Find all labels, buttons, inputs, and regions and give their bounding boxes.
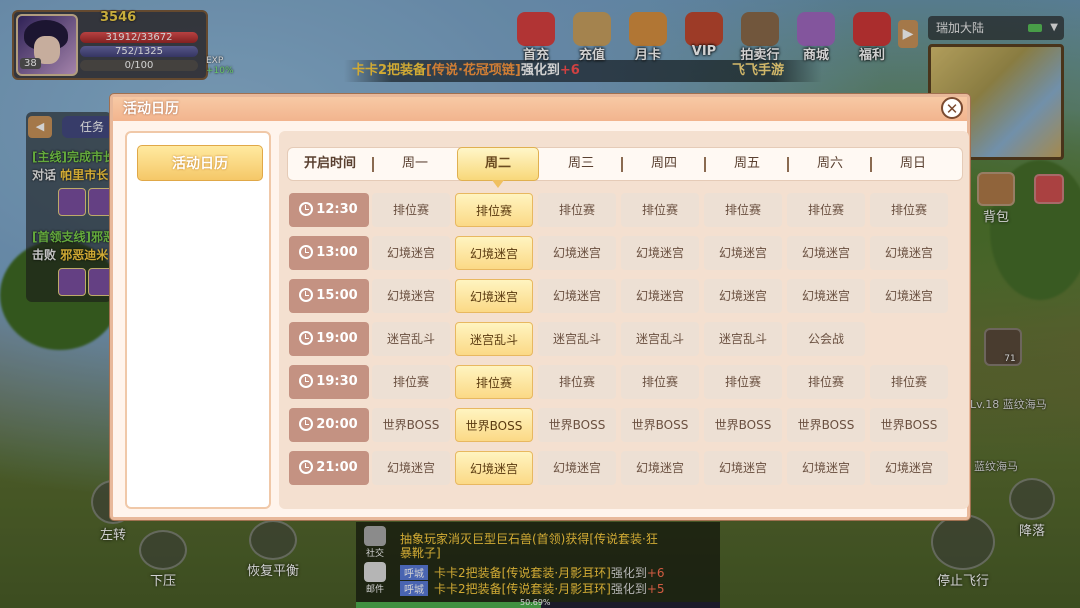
activity-cell[interactable]: 幻境迷宫 — [787, 236, 865, 270]
activity-cell[interactable]: 迷宫乱斗 — [372, 322, 450, 356]
tab-day[interactable]: 周二 — [457, 147, 539, 188]
activity-cell[interactable]: 排位赛 — [455, 193, 533, 227]
time-label: 13:00 — [316, 245, 358, 260]
activity-cell[interactable]: 公会战 — [787, 322, 865, 356]
tab-day[interactable]: 周五 — [706, 148, 788, 180]
time-label: 19:00 — [316, 331, 358, 346]
activity-cell[interactable]: 世界BOSS — [621, 408, 699, 442]
activity-cell[interactable]: 排位赛 — [372, 193, 450, 227]
time-slot: 15:00 — [289, 279, 369, 313]
activity-cell[interactable]: 排位赛 — [455, 365, 533, 399]
header-label: 周一 — [401, 156, 428, 171]
activity-cell[interactable]: 世界BOSS — [455, 408, 533, 442]
activity-calendar-dialog: 活动日历 ✕ 活动日历 开启时间 周一 周二 周三 周四 周五 周六 周日 12:30 排位赛排… — [110, 94, 970, 520]
activity-cell[interactable]: 幻境迷宫 — [621, 451, 699, 485]
activity-cell[interactable]: 排位赛 — [538, 365, 616, 399]
activity-cell[interactable]: 排位赛 — [621, 193, 699, 227]
time-slot: 21:00 — [289, 451, 369, 485]
time-label: 15:00 — [316, 288, 358, 303]
header-divider — [787, 157, 789, 172]
activity-cell[interactable]: 幻境迷宫 — [787, 451, 865, 485]
header-divider — [704, 157, 706, 172]
header-label: 周二 — [484, 156, 511, 171]
tab-day[interactable]: 周六 — [789, 148, 871, 180]
activity-cell[interactable]: 幻境迷宫 — [870, 279, 948, 313]
header-divider — [372, 157, 374, 172]
time-label: 21:00 — [316, 460, 358, 475]
activity-cell[interactable]: 排位赛 — [704, 193, 782, 227]
clock-icon — [299, 245, 313, 259]
activity-cell[interactable]: 幻境迷宫 — [538, 236, 616, 270]
category-list: 活动日历 — [125, 131, 271, 509]
tab-day[interactable]: 周三 — [540, 148, 622, 180]
selected-day-pointer — [492, 180, 504, 188]
activity-cell[interactable]: 幻境迷宫 — [787, 279, 865, 313]
clock-icon — [299, 331, 313, 345]
activity-cell[interactable]: 排位赛 — [787, 365, 865, 399]
header-label: 开启时间 — [303, 156, 356, 171]
time-slot: 19:00 — [289, 322, 369, 356]
time-slot: 19:30 — [289, 365, 369, 399]
activity-cell[interactable]: 幻境迷宫 — [704, 236, 782, 270]
activity-cell[interactable]: 迷宫乱斗 — [538, 322, 616, 356]
activity-cell[interactable]: 迷宫乱斗 — [704, 322, 782, 356]
category-activity-calendar[interactable]: 活动日历 — [137, 145, 263, 181]
activity-cell[interactable]: 幻境迷宫 — [538, 279, 616, 313]
activity-cell[interactable]: 迷宫乱斗 — [621, 322, 699, 356]
time-slot: 20:00 — [289, 408, 369, 442]
activity-cell[interactable]: 幻境迷宫 — [870, 236, 948, 270]
activity-cell[interactable]: 排位赛 — [704, 365, 782, 399]
clock-icon — [299, 288, 313, 302]
activity-cell[interactable]: 排位赛 — [870, 193, 948, 227]
clock-icon — [299, 202, 313, 216]
activity-cell[interactable]: 幻境迷宫 — [704, 279, 782, 313]
activity-cell[interactable]: 幻境迷宫 — [455, 236, 533, 270]
time-label: 12:30 — [316, 202, 358, 217]
close-icon[interactable]: ✕ — [941, 97, 963, 119]
header-label: 周六 — [816, 156, 843, 171]
header-label: 周五 — [733, 156, 760, 171]
activity-cell[interactable]: 迷宫乱斗 — [455, 322, 533, 356]
activity-cell[interactable]: 排位赛 — [372, 365, 450, 399]
header-time-column: 开启时间 — [288, 148, 372, 180]
activity-cell[interactable]: 幻境迷宫 — [621, 236, 699, 270]
calendar-header: 开启时间 周一 周二 周三 周四 周五 周六 周日 — [287, 147, 963, 188]
activity-cell[interactable]: 幻境迷宫 — [621, 279, 699, 313]
clock-icon — [299, 460, 313, 474]
header-label: 周三 — [567, 156, 594, 171]
activity-cell[interactable]: 排位赛 — [787, 193, 865, 227]
activity-cell[interactable]: 排位赛 — [621, 365, 699, 399]
header-divider — [870, 157, 872, 172]
activity-cell[interactable]: 幻境迷宫 — [372, 451, 450, 485]
header-divider — [621, 157, 623, 172]
activity-cell[interactable]: 幻境迷宫 — [870, 451, 948, 485]
time-label: 20:00 — [316, 417, 358, 432]
header-label: 周四 — [650, 156, 677, 171]
activity-cell[interactable]: 幻境迷宫 — [704, 451, 782, 485]
tab-day[interactable]: 周一 — [374, 148, 456, 180]
activity-cell[interactable]: 世界BOSS — [870, 408, 948, 442]
activity-cell[interactable]: 世界BOSS — [372, 408, 450, 442]
activity-cell[interactable]: 世界BOSS — [704, 408, 782, 442]
activity-cell[interactable]: 幻境迷宫 — [538, 451, 616, 485]
activity-cell[interactable]: 幻境迷宫 — [455, 451, 533, 485]
activity-cell[interactable]: 世界BOSS — [538, 408, 616, 442]
activity-cell[interactable]: 排位赛 — [538, 193, 616, 227]
calendar-grid: 开启时间 周一 周二 周三 周四 周五 周六 周日 12:30 排位赛 排位赛 排位赛 排位赛 排位赛排… — [279, 131, 969, 509]
time-label: 19:30 — [316, 374, 358, 389]
dialog-title: 活动日历 — [113, 97, 967, 121]
tab-day[interactable]: 周日 — [872, 148, 954, 180]
empty-activity-cell — [870, 322, 948, 356]
time-slot: 13:00 — [289, 236, 369, 270]
header-label: 周日 — [899, 156, 926, 171]
activity-cell[interactable]: 幻境迷宫 — [372, 236, 450, 270]
clock-icon — [299, 417, 313, 431]
clock-icon — [299, 374, 313, 388]
activity-cell[interactable]: 世界BOSS — [787, 408, 865, 442]
time-slot: 12:30 — [289, 193, 369, 227]
activity-cell[interactable]: 幻境迷宫 — [455, 279, 533, 313]
activity-cell[interactable]: 排位赛 — [870, 365, 948, 399]
tab-day[interactable]: 周四 — [623, 148, 705, 180]
activity-cell[interactable]: 幻境迷宫 — [372, 279, 450, 313]
